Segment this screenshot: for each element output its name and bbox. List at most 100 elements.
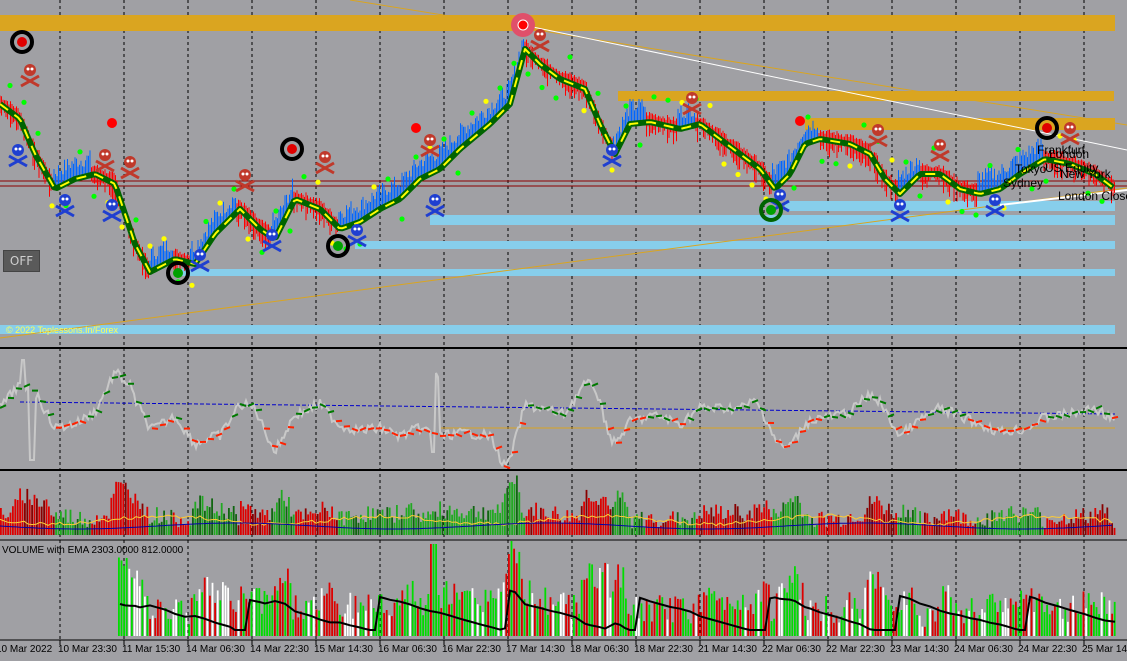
histogram-bar: [158, 523, 160, 535]
signal-dot: [819, 159, 824, 164]
volume-bar: [854, 598, 856, 636]
volume-bar: [388, 615, 390, 636]
signal-core: [333, 241, 343, 251]
histogram-bar: [1078, 517, 1080, 535]
signal-dot: [7, 83, 12, 88]
volume-bar: [167, 619, 169, 636]
volume-bar: [966, 609, 968, 636]
skull-eye: [127, 160, 130, 163]
histogram-bar: [754, 504, 756, 535]
histogram-bar: [72, 522, 74, 535]
histogram-bar: [209, 507, 211, 535]
skull-head: [99, 149, 111, 161]
volume-bar: [789, 576, 791, 636]
histogram-bar: [883, 514, 885, 535]
volume-bar: [875, 589, 877, 636]
volume-bar: [212, 583, 214, 636]
volume-bar: [1012, 605, 1014, 636]
histogram-bar: [506, 488, 508, 535]
histogram-bar: [370, 520, 372, 535]
skull-eye: [1067, 126, 1070, 129]
skull-eye: [15, 148, 18, 151]
session-label: Sydney: [1003, 176, 1043, 190]
histogram-bar: [576, 516, 578, 535]
volume-bar: [596, 588, 598, 636]
volume-bar: [661, 597, 663, 636]
histogram-bar: [386, 507, 388, 535]
histogram-bar: [358, 523, 360, 535]
volume-bar: [420, 598, 422, 636]
histogram-bar: [326, 511, 328, 535]
histogram-bar: [1039, 512, 1041, 535]
histogram-bar: [70, 510, 72, 535]
histogram-bar: [612, 507, 614, 535]
signal-dot: [1043, 179, 1048, 184]
volume-bar: [625, 599, 627, 637]
volume-bar: [435, 544, 437, 636]
histogram-bar: [737, 506, 739, 535]
volume-bar: [391, 616, 393, 636]
skull-head: [239, 169, 251, 181]
histogram-bar: [254, 509, 256, 535]
volume-bar: [464, 591, 466, 636]
histogram-bar: [226, 519, 228, 535]
histogram-bar: [1090, 512, 1092, 535]
histogram-bar: [547, 518, 549, 536]
histogram-bar: [199, 496, 201, 536]
time-tick-label: 21 Mar 14:30: [698, 644, 757, 655]
histogram-bar: [348, 511, 350, 535]
histogram-bar: [919, 511, 921, 535]
histogram-bar: [530, 507, 532, 535]
histogram-bar: [593, 502, 595, 535]
volume-bar: [628, 614, 630, 636]
support-zone: [0, 325, 1115, 334]
histogram-bar: [691, 518, 693, 535]
volume-bar: [989, 595, 991, 636]
signal-dot: [973, 212, 978, 217]
histogram-bar: [662, 523, 664, 535]
volume-bar: [726, 597, 728, 636]
volume-bar: [667, 620, 669, 637]
histogram-bar: [151, 523, 153, 535]
volume-bar: [615, 580, 617, 636]
histogram-bar: [862, 522, 864, 536]
oscillator-segment: [1048, 417, 1054, 418]
histogram-bar: [979, 522, 981, 535]
skull-eye: [941, 143, 944, 146]
volume-bar: [612, 592, 614, 637]
histogram-bar: [389, 508, 391, 535]
price-chart[interactable]: FrankfurtLondonTokyoUS EquityNew YorkSyd…: [0, 0, 1127, 657]
volume-bar: [872, 574, 874, 636]
histogram-bar: [473, 506, 475, 535]
histogram-bar: [509, 482, 511, 535]
histogram-bar: [492, 510, 494, 535]
volume-bar: [711, 594, 713, 636]
volume-bar: [641, 603, 643, 636]
histogram-bar: [1094, 508, 1096, 535]
histogram-bar: [905, 517, 907, 535]
skull-head: [686, 92, 698, 104]
histogram-bar: [106, 516, 108, 535]
histogram-bar: [1087, 523, 1089, 535]
volume-bar: [128, 569, 130, 636]
volume-bar: [654, 603, 656, 636]
volume-bar: [781, 583, 783, 636]
histogram-bar: [900, 518, 902, 535]
skull-eye: [131, 160, 134, 163]
oscillator-segment: [40, 401, 46, 402]
skull-eye: [31, 68, 34, 71]
histogram-bar: [732, 515, 734, 535]
off-button[interactable]: OFF: [3, 250, 40, 272]
histogram-bar: [679, 525, 681, 535]
histogram-bar: [204, 511, 206, 535]
histogram-bar: [602, 497, 604, 535]
histogram-bar: [1082, 508, 1084, 535]
volume-bar: [815, 603, 817, 636]
volume-bar: [261, 614, 263, 636]
volume-bar: [973, 612, 975, 636]
skull-head: [266, 229, 278, 241]
oscillator-segment: [384, 430, 390, 431]
volume-bar: [994, 602, 996, 636]
histogram-bar: [542, 509, 544, 535]
histogram-bar: [166, 520, 168, 535]
